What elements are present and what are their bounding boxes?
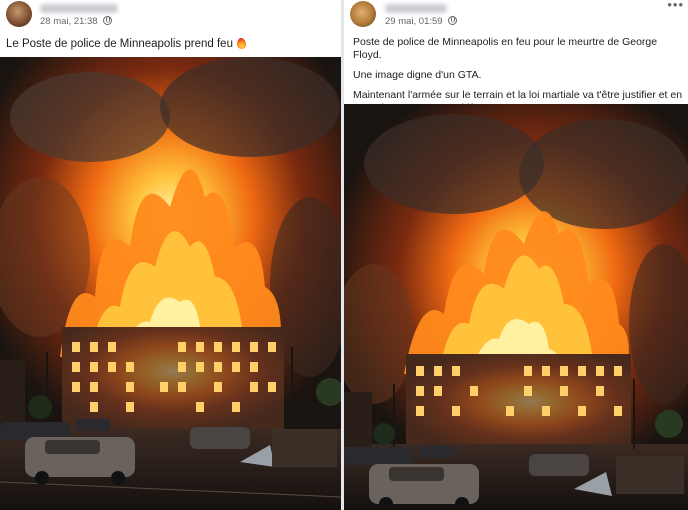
globe-icon	[448, 16, 458, 25]
post-paragraph: Une image digne d'un GTA.	[353, 69, 482, 81]
avatar[interactable]	[350, 1, 376, 27]
burning-building-photo	[0, 57, 341, 510]
fire-emoji-icon	[236, 37, 247, 49]
post-paragraph: Poste de police de Minneapolis en feu po…	[353, 36, 658, 61]
post-text: Le Poste de police de Minneapolis prend …	[6, 37, 247, 51]
post-photo[interactable]	[344, 104, 688, 510]
facebook-post-left: 28 mai, 21:38 Le Poste de police de Minn…	[0, 0, 341, 510]
post-text-content: Le Poste de police de Minneapolis prend …	[6, 38, 233, 50]
post-header: 28 mai, 21:38	[0, 0, 341, 30]
globe-icon	[103, 16, 113, 25]
post-photo[interactable]	[0, 57, 341, 510]
burning-building-photo	[344, 104, 688, 510]
post-meta: 29 mai, 01:59	[385, 16, 458, 27]
post-meta: 28 mai, 21:38	[40, 16, 113, 27]
facebook-post-right: 29 mai, 01:59 ••• Poste de police de Min…	[344, 0, 688, 510]
post-timestamp[interactable]: 28 mai, 21:38	[40, 16, 98, 27]
blurred-author-name[interactable]	[385, 4, 447, 13]
blurred-author-name[interactable]	[40, 4, 118, 13]
post-header: 29 mai, 01:59 •••	[344, 0, 688, 30]
more-options-icon[interactable]: •••	[667, 0, 684, 11]
avatar[interactable]	[6, 1, 32, 27]
post-timestamp[interactable]: 29 mai, 01:59	[385, 16, 443, 27]
